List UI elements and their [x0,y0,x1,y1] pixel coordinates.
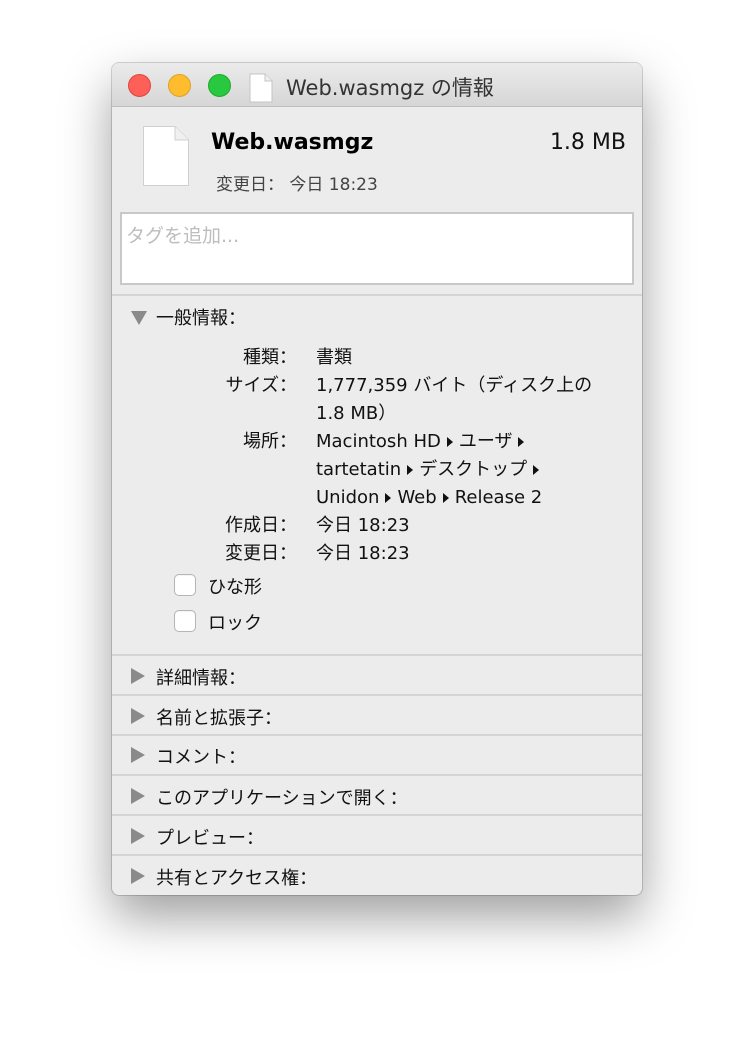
section-comments[interactable]: コメント： [112,736,642,774]
disclosure-triangle-right-icon[interactable] [131,668,145,684]
locked-checkbox[interactable] [174,610,196,632]
divider [112,814,642,816]
path-separator-icon [442,492,449,503]
modified-date: 変更日： 今日 18:23 [216,170,378,195]
disclosure-triangle-right-icon[interactable] [131,788,145,804]
section-preview-title: プレビュー： [156,828,264,849]
path-separator-icon [518,436,525,447]
disclosure-triangle-down-icon[interactable] [131,311,147,325]
kind-value: 書類 [316,347,352,368]
path-item: ユーザ [458,431,513,452]
stationery-pad-checkbox[interactable] [174,574,196,596]
divider [112,294,642,296]
location-path: Macintosh HD ユーザ tartetatin デスクトップ Unidon Web… [316,428,616,512]
divider [112,854,642,856]
document-icon [143,126,189,186]
path-item: Unidon [316,487,380,508]
section-name-extension[interactable]: 名前と拡張子： [112,697,642,735]
size-value: 1,777,359 バイト（ディスク上の 1.8 MB） [316,375,593,424]
section-comments-title: コメント： [156,747,246,768]
disclosure-triangle-right-icon[interactable] [131,868,145,884]
path-item: Release 2 [454,487,543,508]
modified-row-label: 変更日： [225,543,297,564]
section-open-with-title: このアプリケーションで開く： [156,788,408,809]
section-sharing-permissions-title: 共有とアクセス権： [156,868,318,889]
title-bar[interactable]: Web.wasmgz の情報 [112,63,642,107]
section-general[interactable]: 一般情報： [112,297,642,335]
section-more-info[interactable]: 詳細情報： [112,657,642,695]
kind-label: 種類： [243,347,297,368]
section-preview[interactable]: プレビュー： [112,817,642,855]
section-name-extension-title: 名前と拡張子： [156,708,282,729]
path-item: tartetatin [316,459,402,480]
close-button[interactable] [128,74,151,97]
section-more-info-title: 詳細情報： [156,668,246,689]
document-icon [249,73,273,103]
minimize-button[interactable] [168,74,191,97]
divider [112,654,642,656]
modified-label: 変更日： [216,175,284,195]
disclosure-triangle-right-icon[interactable] [131,708,145,724]
size-label: サイズ： [225,375,297,396]
window-title: Web.wasmgz の情報 [286,76,494,100]
section-sharing-permissions[interactable]: 共有とアクセス権： [112,857,642,895]
divider [112,774,642,776]
locked-label: ロック [208,613,262,634]
stationery-pad-label: ひな形 [208,577,262,598]
path-item: Macintosh HD [316,431,441,452]
file-size: 1.8 MB [549,130,626,155]
modified-row-value: 今日 18:23 [316,543,410,564]
file-name: Web.wasmgz [211,130,374,155]
created-label: 作成日： [225,515,297,536]
path-separator-icon [446,436,453,447]
section-open-with[interactable]: このアプリケーションで開く： [112,777,642,815]
path-separator-icon [385,492,392,503]
created-value: 今日 18:23 [316,515,410,536]
path-item: Web [397,487,437,508]
path-item: デスクトップ [419,459,528,480]
disclosure-triangle-right-icon[interactable] [131,828,145,844]
zoom-button[interactable] [208,74,231,97]
tags-input[interactable] [120,212,634,285]
path-separator-icon [407,464,414,475]
get-info-window: Web.wasmgz の情報 Web.wasmgz 1.8 MB 変更日： 今日… [112,63,642,895]
section-general-title: 一般情報： [156,308,246,329]
path-separator-icon [533,464,540,475]
divider [112,694,642,696]
modified-value: 今日 18:23 [289,175,378,195]
disclosure-triangle-right-icon[interactable] [131,747,145,763]
location-label: 場所： [243,431,297,452]
